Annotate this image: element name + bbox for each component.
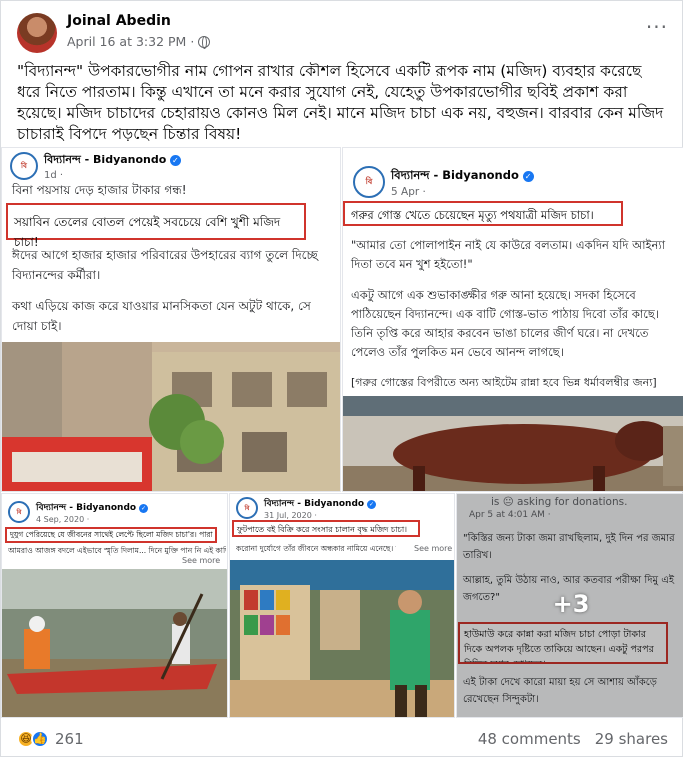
page-header: বি বিদ্যানন্দ - Bidyanondo ✓ 4 Sep, 2020… — [8, 500, 148, 524]
highlight-text: ফুটপাতে বই বিক্রি করে সংসার চালান বৃদ্ধ … — [237, 525, 408, 534]
photo-tile-1[interactable]: বি বিদ্যানন্দ - Bidyanondo ✓ 1d · বিনা প… — [1, 147, 341, 492]
verified-icon: ✓ — [138, 504, 148, 513]
page-name: বিদ্যানন্দ - Bidyanondo — [391, 167, 519, 182]
globe-icon — [198, 35, 211, 49]
tile-paragraph: ঈদের আগে হাজার হাজার পরিবারের উপহারের ব্… — [12, 248, 318, 282]
more-photos-count[interactable]: +3 — [457, 590, 683, 618]
tile-line: বিনা পয়সায় দেড় হাজার টাকার গন্ধ! — [12, 183, 187, 197]
see-more-link[interactable]: See more — [414, 544, 452, 553]
post-date: 1d · — [44, 170, 64, 181]
photo-tile-4[interactable]: বি বিদ্যানন্দ - Bidyanondo ✓ 31 Jul, 202… — [229, 493, 455, 718]
verified-icon: ✓ — [366, 500, 376, 509]
highlight-text: দুযুগ পেরিয়েছে যে জীবনের সাথেই লেপ্টে ছ… — [10, 530, 213, 539]
reaction-count[interactable]: 261 — [55, 730, 84, 748]
meta-dot: · — [190, 34, 195, 49]
post-date: 31 Jul, 2020 · — [264, 511, 317, 520]
page-name: বিদ্যানন্দ - Bidyanondo — [36, 503, 137, 513]
highlight-text: গরুর গোস্ত খেতে চেয়েছেন মৃত্যু পথযাত্রী… — [351, 208, 594, 222]
see-more-link[interactable]: See more — [182, 556, 220, 565]
facebook-post: Joinal Abedin April 16 at 3:32 PM · ··· … — [0, 0, 683, 757]
post-meta: April 16 at 3:32 PM · — [67, 34, 211, 49]
bidyanondo-logo: বি — [236, 497, 258, 519]
highlight-box: দুযুগ পেরিয়েছে যে জীবনের সাথেই লেপ্টে ছ… — [5, 527, 217, 543]
tile-line-text: করোনা দুর্যোগে তাঁর জীবনে অন্ধকার নামিয়… — [236, 544, 396, 553]
highlight-box: ফুটপাতে বই বিক্রি করে সংসার চালান বৃদ্ধ … — [232, 520, 420, 537]
highlight-text: সয়াবিন তেলের বোতল পেয়েই সবচেয়ে বেশি খ… — [14, 215, 281, 249]
tile-paragraph: একটু আগে এক শুভাকাঙ্ক্ষীর গরু আনা হয়েছে… — [351, 288, 659, 359]
author-name[interactable]: Joinal Abedin — [67, 13, 171, 29]
photo-tile-3[interactable]: বি বিদ্যানন্দ - Bidyanondo ✓ 4 Sep, 2020… — [1, 493, 228, 718]
bidyanondo-logo: বি — [8, 501, 30, 523]
post-timestamp[interactable]: April 16 at 3:32 PM — [67, 34, 186, 49]
verified-icon: ✓ — [169, 155, 181, 166]
photo-bookstall — [230, 560, 454, 717]
post-date: 5 Apr · — [391, 185, 426, 198]
highlight-box: গরুর গোস্ত খেতে চেয়েছেন মৃত্যু পথযাত্রী… — [343, 201, 623, 226]
tile-paragraph: কথা এড়িয়ে কাজ করে যাওয়ার মানসিকতা যেন… — [12, 299, 311, 333]
tile-line: করোনা দুর্যোগে তাঁর জীবনে অন্ধকার নামিয়… — [236, 544, 396, 556]
post-footer: 😆 👍 261 48 comments 29 shares — [1, 719, 683, 758]
post-date: 4 Sep, 2020 · — [36, 515, 90, 524]
photo-tile-5[interactable]: is 😐 asking for donations. Apr 5 at 4:01… — [456, 493, 683, 718]
bidyanondo-logo: বি — [10, 152, 38, 180]
highlight-box: সয়াবিন তেলের বোতল পেয়েই সবচেয়ে বেশি খ… — [6, 203, 306, 249]
photo-building — [2, 342, 340, 491]
page-name: বিদ্যানন্দ - Bidyanondo — [44, 153, 167, 166]
author-avatar[interactable] — [17, 13, 57, 53]
like-reaction-icon: 👍 — [31, 729, 49, 748]
post-text: "বিদ্যানন্দ" উপকারভোগীর নাম গোপন রাখার ক… — [17, 62, 664, 143]
comments-count-link[interactable]: 48 comments — [478, 730, 581, 748]
page-header: বি বিদ্যানন্দ - Bidyanondo ✓ 31 Jul, 202… — [236, 496, 376, 520]
shares-count-link[interactable]: 29 shares — [595, 730, 668, 748]
more-options-button[interactable]: ··· — [646, 15, 668, 39]
photo-cow — [343, 396, 683, 491]
tile-line-text: আমরাও আজঙ্গ বদলে এইভাবে স্মৃতি দিলাম... … — [8, 546, 226, 555]
tile-paragraph: [গরুর গোস্তের বিপরীতে অন্য আইটেম রান্না … — [351, 376, 657, 389]
page-header: বি বিদ্যানন্দ - Bidyanondo ✓ 5 Apr · — [353, 166, 534, 198]
photo-boat — [2, 569, 227, 717]
page-name: বিদ্যানন্দ - Bidyanondo — [264, 499, 365, 509]
reaction-summary[interactable]: 😆 👍 261 — [17, 729, 84, 748]
tile-quote: "আমার তো পোলাপাইন নাই যে কাউরে বলতাম। এক… — [351, 238, 666, 271]
photo-tile-2[interactable]: বি বিদ্যানন্দ - Bidyanondo ✓ 5 Apr · গরু… — [342, 147, 683, 492]
page-header: বি বিদ্যানন্দ - Bidyanondo ✓ 1d · — [10, 151, 181, 181]
bidyanondo-logo: বি — [353, 166, 385, 198]
verified-icon: ✓ — [522, 170, 534, 182]
